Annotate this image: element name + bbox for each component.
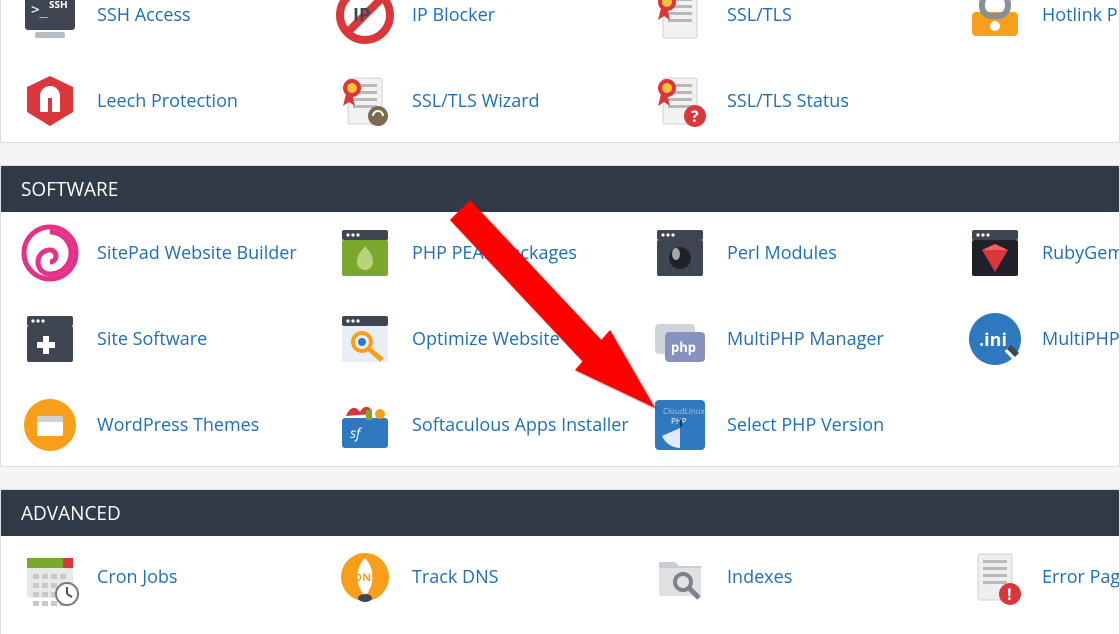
perl-item[interactable]: Perl Modules [635, 224, 950, 282]
perl-label: Perl Modules [727, 241, 837, 265]
ssh-access-label: SSH Access [97, 3, 191, 27]
svg-text:.ini: .ini [979, 328, 1007, 352]
ssh-access-item[interactable]: >_SSH SSH Access [5, 0, 320, 44]
hotlink-icon [966, 0, 1024, 44]
ip-blocker-item[interactable]: IP IP Blocker [320, 0, 635, 44]
panel-body: SitePad Website Builder PHP PEAR Packages… [1, 212, 1119, 466]
softaculous-item[interactable]: sf Softaculous Apps Installer [320, 396, 635, 454]
ip-blocker-label: IP Blocker [412, 3, 495, 27]
errorpages-icon: ! [966, 548, 1024, 606]
svg-text:?: ? [691, 105, 699, 127]
sslwizard-icon [336, 72, 394, 130]
sitepad-label: SitePad Website Builder [97, 241, 297, 265]
sslstatus-item[interactable]: ? SSL/TLS Status [635, 72, 950, 130]
svg-text:php: php [671, 338, 696, 356]
svg-text:IP: IP [353, 3, 370, 27]
pear-label: PHP PEAR Packages [412, 241, 577, 265]
software-panel: SOFTWARE SitePad Website Builder PHP PEAR … [0, 165, 1120, 467]
multiphp-label: MultiPHP Manager [727, 327, 884, 351]
indexes-label: Indexes [727, 565, 792, 589]
wpthemes-label: WordPress Themes [97, 413, 259, 437]
softaculous-icon: sf [336, 396, 394, 454]
sslstatus-label: SSL/TLS Status [727, 89, 849, 113]
panel-header: SOFTWARE [1, 166, 1119, 212]
sitesoftware-item[interactable]: Site Software [5, 310, 320, 368]
rubygems-item[interactable]: RubyGems [950, 224, 1120, 282]
sitesoftware-icon [21, 310, 79, 368]
hotlink-label: Hotlink Pro [1042, 3, 1120, 27]
perl-icon [651, 224, 709, 282]
selectphp-icon: CloudLinuxPHP [651, 396, 709, 454]
softaculous-label: Softaculous Apps Installer [412, 413, 629, 437]
svg-text:DNS: DNS [354, 570, 377, 585]
multiphpini-item[interactable]: .ini MultiPHP INI [950, 310, 1120, 368]
wpthemes-icon [21, 396, 79, 454]
indexes-item[interactable]: Indexes [635, 548, 950, 606]
errorpages-label: Error Pages [1042, 565, 1120, 589]
optimize-label: Optimize Website [412, 327, 560, 351]
advanced-panel: ADVANCED Cron Jobs DNS Track DNS Indexes! Err… [0, 489, 1120, 634]
cron-item[interactable]: Cron Jobs [5, 548, 320, 606]
leech-item[interactable]: Leech Protection [5, 72, 320, 130]
ip-blocker-icon: IP [336, 0, 394, 44]
svg-text:>_: >_ [31, 2, 48, 18]
svg-text:PHP: PHP [671, 416, 687, 427]
wpthemes-item[interactable]: WordPress Themes [5, 396, 320, 454]
leech-label: Leech Protection [97, 89, 238, 113]
selectphp-item[interactable]: CloudLinuxPHP Select PHP Version [635, 396, 950, 454]
ssltls-item[interactable]: SSL/TLS [635, 0, 950, 44]
multiphp-item[interactable]: php MultiPHP Manager [635, 310, 950, 368]
hotlink-item[interactable]: Hotlink Pro [950, 0, 1120, 44]
panel-body: Cron Jobs DNS Track DNS Indexes! Error Pages [1, 536, 1119, 634]
multiphpini-icon: .ini [966, 310, 1024, 368]
trackdns-item[interactable]: DNS Track DNS [320, 548, 635, 606]
selectphp-label: Select PHP Version [727, 413, 884, 437]
panel-body: >_SSH SSH Access IP IP Blocker SSL/TLS Hotlin… [1, 0, 1119, 142]
pear-item[interactable]: PHP PEAR Packages [320, 224, 635, 282]
ssh-access-icon: >_SSH [21, 0, 79, 44]
sslwizard-item[interactable]: SSL/TLS Wizard [320, 72, 635, 130]
trackdns-icon: DNS [336, 548, 394, 606]
ssltls-label: SSL/TLS [727, 3, 792, 27]
multiphp-icon: php [651, 310, 709, 368]
errorpages-item[interactable]: ! Error Pages [950, 548, 1120, 606]
optimize-item[interactable]: Optimize Website [320, 310, 635, 368]
ssltls-icon [651, 0, 709, 44]
sitepad-icon [21, 224, 79, 282]
svg-text:!: ! [1007, 583, 1012, 605]
sslstatus-icon: ? [651, 72, 709, 130]
leech-icon [21, 72, 79, 130]
sslwizard-label: SSL/TLS Wizard [412, 89, 540, 113]
multiphpini-label: MultiPHP INI [1042, 327, 1120, 351]
svg-text:SSH: SSH [49, 0, 68, 11]
rubygems-icon [966, 224, 1024, 282]
security-panel: >_SSH SSH Access IP IP Blocker SSL/TLS Hotlin… [0, 0, 1120, 143]
cron-label: Cron Jobs [97, 565, 178, 589]
indexes-icon [651, 548, 709, 606]
sitepad-item[interactable]: SitePad Website Builder [5, 224, 320, 282]
optimize-icon [336, 310, 394, 368]
trackdns-label: Track DNS [412, 565, 499, 589]
pear-icon [336, 224, 394, 282]
panel-header: ADVANCED [1, 490, 1119, 536]
cron-icon [21, 548, 79, 606]
sitesoftware-label: Site Software [97, 327, 207, 351]
rubygems-label: RubyGems [1042, 241, 1120, 265]
